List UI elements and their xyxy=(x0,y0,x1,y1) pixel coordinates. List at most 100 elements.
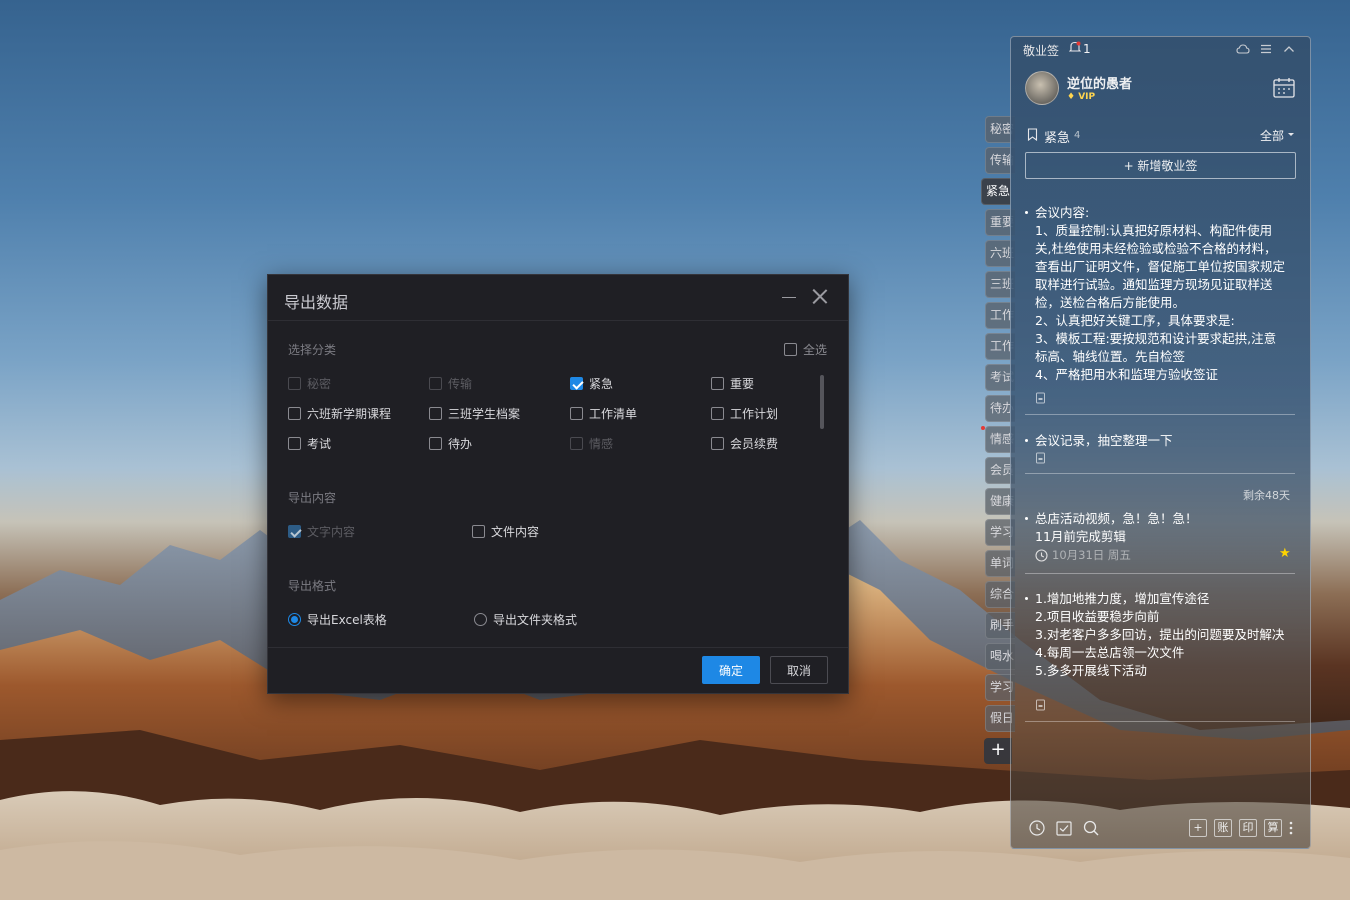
bookmark-icon xyxy=(1027,128,1038,141)
note-item[interactable]: 会议内容: 1、质量控制:认真把好原材料、构配件使用关,杜绝使用未经检验或检验不… xyxy=(1025,205,1295,387)
checkbox-box xyxy=(711,377,724,390)
checkbox-box xyxy=(288,437,301,450)
category-label: 会员续费 xyxy=(730,437,779,451)
content-checkbox-file[interactable]: 文件内容 xyxy=(472,523,539,540)
add-category-button[interactable]: + xyxy=(984,738,1012,764)
category-checkbox-chuanshu[interactable]: 传输 xyxy=(429,375,472,392)
remaining-days: 剩余48天 xyxy=(1243,489,1290,502)
format-section-label: 导出格式 xyxy=(288,579,337,593)
add-note-button[interactable]: + 新增敬业签 xyxy=(1025,152,1296,179)
category-label: 紧急 xyxy=(589,377,614,391)
select-all-checkbox[interactable]: 全选 xyxy=(784,341,827,358)
category-label: 待办 xyxy=(448,437,473,451)
note-item[interactable]: 总店活动视频，急！急！急！ 11月前完成剪辑 xyxy=(1025,511,1295,551)
select-all-label: 全选 xyxy=(803,343,828,357)
format-radio-folder[interactable]: 导出文件夹格式 xyxy=(474,611,577,628)
category-checkbox-jinji[interactable]: 紧急 xyxy=(570,375,613,392)
search-icon[interactable] xyxy=(1082,819,1100,837)
note-divider xyxy=(1025,573,1295,574)
current-category-count: 4 xyxy=(1074,130,1081,141)
minimize-icon[interactable] xyxy=(782,289,796,305)
checkbox-box xyxy=(288,525,301,538)
vip-label: VIP xyxy=(1078,92,1096,102)
more-vertical-icon[interactable] xyxy=(1287,819,1295,837)
confirm-button[interactable]: 确定 xyxy=(702,656,760,684)
note-bullet xyxy=(1025,597,1028,600)
tab-notification-dot xyxy=(981,426,985,430)
reminder-date: 10月31日 周五 xyxy=(1035,547,1131,563)
notification-count: 1 xyxy=(1083,42,1091,56)
checkbox-box xyxy=(288,377,301,390)
calendar-icon[interactable] xyxy=(1272,77,1296,99)
filter-dropdown[interactable]: 全部 xyxy=(1260,127,1295,144)
content-checkbox-text[interactable]: 文字内容 xyxy=(288,523,355,540)
content-option-label: 文字内容 xyxy=(307,525,356,539)
history-clock-icon[interactable] xyxy=(1028,819,1046,837)
reminder-date-text: 10月31日 周五 xyxy=(1052,548,1131,562)
vip-badge: ♦ VIP xyxy=(1067,92,1096,102)
cloud-sync-icon[interactable] xyxy=(1236,42,1250,56)
calculator-button[interactable]: 算 xyxy=(1264,819,1282,837)
note-text: 会议内容: 1、质量控制:认真把好原材料、构配件使用关,杜绝使用未经检验或检验不… xyxy=(1035,205,1286,382)
dialog-header: 导出数据 xyxy=(268,275,848,321)
print-button[interactable]: 印 xyxy=(1239,819,1257,837)
content-section-label: 导出内容 xyxy=(288,491,337,505)
category-checkbox-qinggan[interactable]: 情感 xyxy=(570,435,613,452)
category-label: 情感 xyxy=(589,437,614,451)
category-label: 三班学生档案 xyxy=(448,407,521,421)
todo-check-icon[interactable] xyxy=(1055,819,1073,837)
cancel-button[interactable]: 取消 xyxy=(770,656,828,684)
current-category-name: 紧急 xyxy=(1044,131,1071,146)
category-label: 传输 xyxy=(448,377,473,391)
note-item[interactable]: 1.增加地推力度，增加宣传途径 2.项目收益要稳步向前 3.对老客户多多回访，提… xyxy=(1025,591,1295,701)
category-checkbox-mimi[interactable]: 秘密 xyxy=(288,375,331,392)
lock-icon xyxy=(1036,699,1045,711)
category-checkbox-daiban[interactable]: 待办 xyxy=(429,435,472,452)
format-option-label: 导出Excel表格 xyxy=(307,613,387,627)
star-icon[interactable]: ★ xyxy=(1279,546,1291,561)
category-section-label: 选择分类 xyxy=(288,343,337,357)
note-divider xyxy=(1025,473,1295,474)
clock-icon xyxy=(1035,548,1048,562)
note-bullet xyxy=(1025,439,1028,442)
checkbox-box xyxy=(429,377,442,390)
category-checkbox-sanban[interactable]: 三班学生档案 xyxy=(429,405,520,422)
chevron-up-icon[interactable] xyxy=(1282,42,1296,56)
category-checkbox-liuban[interactable]: 六班新学期课程 xyxy=(288,405,391,422)
tab-jinji[interactable]: 紧急 xyxy=(981,178,1011,205)
ledger-button[interactable]: 账 xyxy=(1214,819,1232,837)
note-text: 1.增加地推力度，增加宣传途径 2.项目收益要稳步向前 3.对老客户多多回访，提… xyxy=(1035,591,1285,678)
note-text: 总店活动视频，急！急！急！ 11月前完成剪辑 xyxy=(1035,511,1198,544)
category-label: 工作清单 xyxy=(589,407,638,421)
checkbox-box xyxy=(288,407,301,420)
category-checkbox-gongzuojihua[interactable]: 工作计划 xyxy=(711,405,778,422)
category-checkbox-gongzuoqingdan[interactable]: 工作清单 xyxy=(570,405,637,422)
menu-icon[interactable] xyxy=(1259,42,1273,56)
export-data-dialog: 导出数据 选择分类 全选 秘密 传输 紧急 重要 六班新学期课程 三班学生档案 … xyxy=(267,274,849,694)
checkbox-box xyxy=(570,407,583,420)
content-option-label: 文件内容 xyxy=(491,525,540,539)
user-name[interactable]: 逆位的愚者 xyxy=(1067,73,1132,92)
checkbox-box xyxy=(711,407,724,420)
category-label: 工作计划 xyxy=(730,407,779,421)
format-option-label: 导出文件夹格式 xyxy=(493,613,578,627)
close-icon[interactable] xyxy=(812,288,828,304)
category-checkbox-zhongyao[interactable]: 重要 xyxy=(711,375,754,392)
note-item[interactable]: 会议记录，抽空整理一下 xyxy=(1025,433,1295,455)
note-bullet xyxy=(1025,517,1028,520)
lock-icon xyxy=(1036,452,1045,464)
category-checkbox-huiyuanxufei[interactable]: 会员续费 xyxy=(711,435,778,452)
category-checkbox-kaoshi[interactable]: 考试 xyxy=(288,435,331,452)
app-title: 敬业签 xyxy=(1023,44,1060,58)
note-bullet xyxy=(1025,211,1028,214)
sticky-note-panel: 敬业签 1 逆位的愚者 ♦ VIP 紧急 4 全部 + 新增敬业签 会议内容: … xyxy=(1010,36,1311,849)
radio-dot xyxy=(288,613,301,626)
dialog-footer-divider xyxy=(268,647,848,648)
lock-icon xyxy=(1036,392,1045,404)
avatar[interactable] xyxy=(1025,71,1059,105)
bell-icon[interactable] xyxy=(1069,41,1081,54)
category-label: 秘密 xyxy=(307,377,332,391)
format-radio-excel[interactable]: 导出Excel表格 xyxy=(288,611,387,628)
add-box-button[interactable]: + xyxy=(1189,819,1207,837)
category-scrollbar[interactable] xyxy=(820,375,824,429)
